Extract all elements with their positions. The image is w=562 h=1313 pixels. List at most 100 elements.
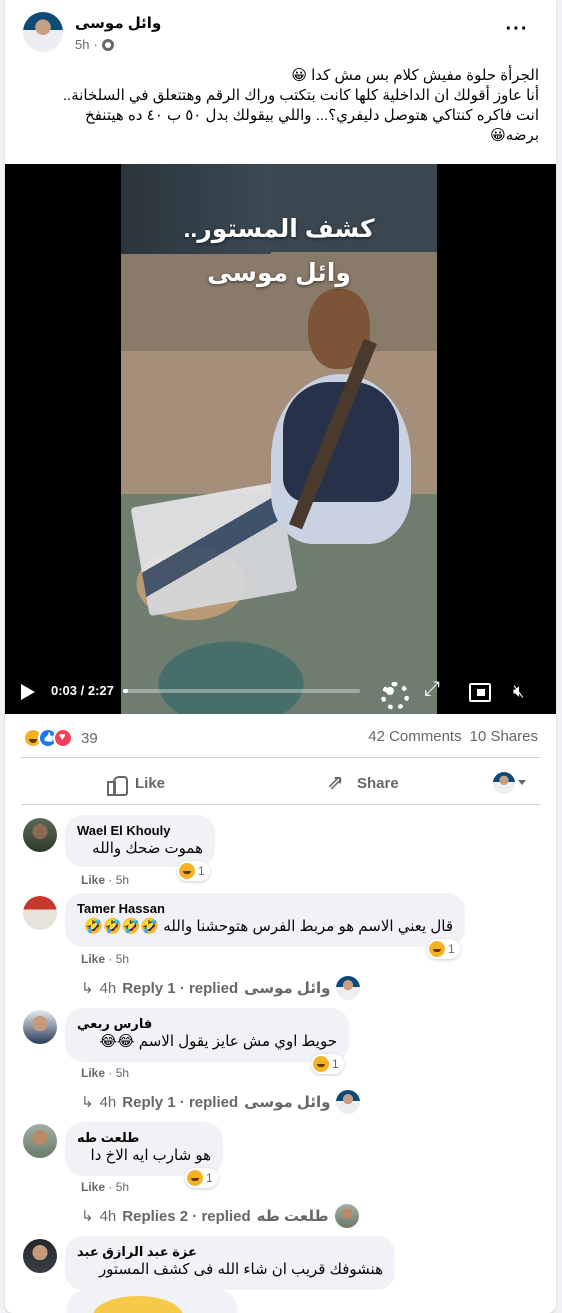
comment-reaction-count: 1: [206, 1171, 213, 1185]
commenter-name[interactable]: Tamer Hassan: [77, 901, 453, 917]
reply-author-avatar: [334, 1204, 359, 1228]
comment-reaction[interactable]: 1: [311, 1054, 344, 1074]
haha-reaction-icon: [187, 1170, 203, 1186]
post-text-line: أنا عاوز أقولك ان الداخلية كلها كانت بتك…: [62, 87, 539, 104]
author-name[interactable]: وائل موسى: [75, 14, 161, 32]
post-text: الجرأة حلوة مفيش كلام بس مش كدا 😀 أنا عا…: [23, 66, 539, 146]
comment-bubble: Tamer Hassan قال يعني الاسم هو مربط الفر…: [65, 893, 465, 947]
video-time: 0:03 / 2:27: [51, 683, 114, 698]
post-time[interactable]: 5h: [75, 37, 89, 52]
volume-muted-icon[interactable]: 🔇︎: [513, 680, 535, 702]
comment-like-link[interactable]: Like: [81, 873, 105, 887]
reply-time: 4h: [99, 979, 117, 997]
post-text-line: الجرأة حلوة مفيش كلام بس مش كدا 😀: [291, 67, 539, 84]
comment-like-link[interactable]: Like: [81, 1180, 105, 1194]
replies-summary[interactable]: ↳ 4h Reply 1 · replied وائل موسى: [81, 976, 361, 1000]
video-title-line1: كشف المستور..: [183, 215, 375, 243]
reply-arrow-icon: ↳: [81, 1208, 94, 1225]
gear-icon[interactable]: [379, 680, 409, 710]
reaction-summary[interactable]: 39: [23, 727, 98, 749]
post-meta: 5h ·: [75, 37, 114, 52]
reply-summary: Replies 2 · replied: [122, 1207, 251, 1225]
globe-icon: [101, 38, 114, 51]
post-text-line: برضه😀: [490, 127, 539, 144]
share-label: Share: [357, 774, 399, 792]
divider: [21, 757, 540, 758]
video-player[interactable]: كشف المستور.. وائل موسى 0:03 / 2:27 🔇︎: [5, 164, 556, 714]
reply-author: وائل موسى: [244, 1094, 331, 1111]
commenter-name[interactable]: طلعت طه: [77, 1130, 211, 1146]
reply-time: 4h: [99, 1207, 117, 1225]
divider: [21, 804, 540, 805]
comment-time[interactable]: 5h: [116, 1066, 129, 1080]
chevron-down-icon[interactable]: [518, 780, 526, 785]
video-controls: 0:03 / 2:27 🔇︎: [5, 670, 556, 714]
commenter-avatar[interactable]: [23, 1239, 57, 1273]
reply-time: 4h: [99, 1093, 117, 1111]
comment-like-link[interactable]: Like: [81, 952, 105, 966]
reply-author: وائل موسى: [244, 980, 331, 997]
comment-reaction-count: 1: [198, 864, 205, 878]
commenter-avatar[interactable]: [23, 896, 57, 930]
haha-reaction-icon: [179, 863, 195, 879]
comment-text: حويط اوي مش عايز يقول الاسم 😂😂: [99, 1033, 337, 1050]
comment-reaction-count: 1: [332, 1057, 339, 1071]
comment-reaction-count: 1: [448, 942, 455, 956]
comment-like-link[interactable]: Like: [81, 1066, 105, 1080]
comment-time[interactable]: 5h: [116, 873, 129, 887]
more-options-icon[interactable]: ···: [503, 19, 531, 42]
like-label: Like: [135, 774, 166, 792]
comment-text: قال يعني الاسم هو مربط الفرس هتوحشنا وال…: [84, 918, 453, 935]
expand-icon[interactable]: [422, 678, 444, 702]
replies-summary[interactable]: ↳ 4h Replies 2 · replied طلعت طه: [81, 1204, 359, 1228]
thumbs-up-icon: [105, 772, 128, 796]
comments-count[interactable]: 42 Comments: [368, 728, 461, 745]
comment-reaction[interactable]: 1: [185, 1168, 218, 1188]
video-progress-fill: [123, 689, 128, 693]
comment-time[interactable]: 5h: [116, 1180, 129, 1194]
haha-reaction-icon: [429, 941, 445, 957]
picture-in-picture-icon[interactable]: [467, 680, 491, 702]
share-arrow-icon: ⇗: [327, 772, 344, 794]
commenter-name[interactable]: فارس ربعي: [77, 1016, 337, 1032]
replies-summary[interactable]: ↳ 4h Reply 1 · replied وائل موسى: [81, 1090, 361, 1114]
reply-summary: Reply 1 · replied: [122, 979, 239, 997]
comment-time[interactable]: 5h: [116, 952, 129, 966]
author-avatar[interactable]: [23, 12, 63, 52]
reply-arrow-icon: ↳: [81, 980, 94, 997]
commenter-avatar[interactable]: [23, 818, 57, 852]
comment-reaction[interactable]: 1: [427, 939, 460, 959]
comment-meta: Like · 5h: [81, 1180, 130, 1194]
comment-text: هموت ضحك والله: [92, 840, 203, 857]
play-icon[interactable]: [21, 684, 35, 700]
video-title-line2: وائل موسى: [207, 259, 351, 287]
separator-dot: ·: [93, 37, 98, 52]
comment-text: هنشوفك قريب ان شاء الله فى كشف المستور: [98, 1261, 383, 1278]
share-button[interactable]: ⇗ Share: [327, 770, 399, 796]
comment-meta: Like · 5h: [81, 952, 130, 966]
reply-author: طلعت طه: [256, 1208, 329, 1225]
reply-summary: Reply 1 · replied: [122, 1093, 239, 1111]
post-card: وائل موسى 5h · ··· الجرأة حلوة مفيش كلام…: [5, 0, 556, 1313]
reply-arrow-icon: ↳: [81, 1094, 94, 1111]
reply-author-avatar: [336, 976, 361, 1000]
comment-text: هو شارب ايه الاخ دا: [90, 1147, 211, 1164]
love-reaction-icon: [53, 728, 73, 748]
commenter-avatar[interactable]: [23, 1010, 57, 1044]
commenter-avatar[interactable]: [23, 1124, 57, 1158]
haha-reaction-icon: [313, 1056, 329, 1072]
comment-bubble: عزة عبد الرازق عبد هنشوفك قريب ان شاء ال…: [65, 1236, 395, 1290]
sticker-preview: [67, 1290, 237, 1313]
audience-avatar[interactable]: [493, 772, 515, 794]
comment-meta: Like · 5h: [81, 873, 130, 887]
like-button[interactable]: Like: [105, 770, 165, 796]
video-progress-bar[interactable]: [123, 689, 360, 693]
commenter-name[interactable]: Wael El Khouly: [77, 823, 203, 839]
post-text-line: انت فاكره كنتاكي هتوصل دليفري؟... واللي …: [85, 107, 539, 124]
commenter-name[interactable]: عزة عبد الرازق عبد: [77, 1244, 383, 1260]
shares-count[interactable]: 10 Shares: [470, 728, 538, 745]
comment-meta: Like · 5h: [81, 1066, 130, 1080]
comment-reaction[interactable]: 1: [177, 861, 210, 881]
video-frame[interactable]: كشف المستور.. وائل موسى: [121, 164, 437, 714]
comment-bubble: Wael El Khouly هموت ضحك والله: [65, 815, 215, 867]
